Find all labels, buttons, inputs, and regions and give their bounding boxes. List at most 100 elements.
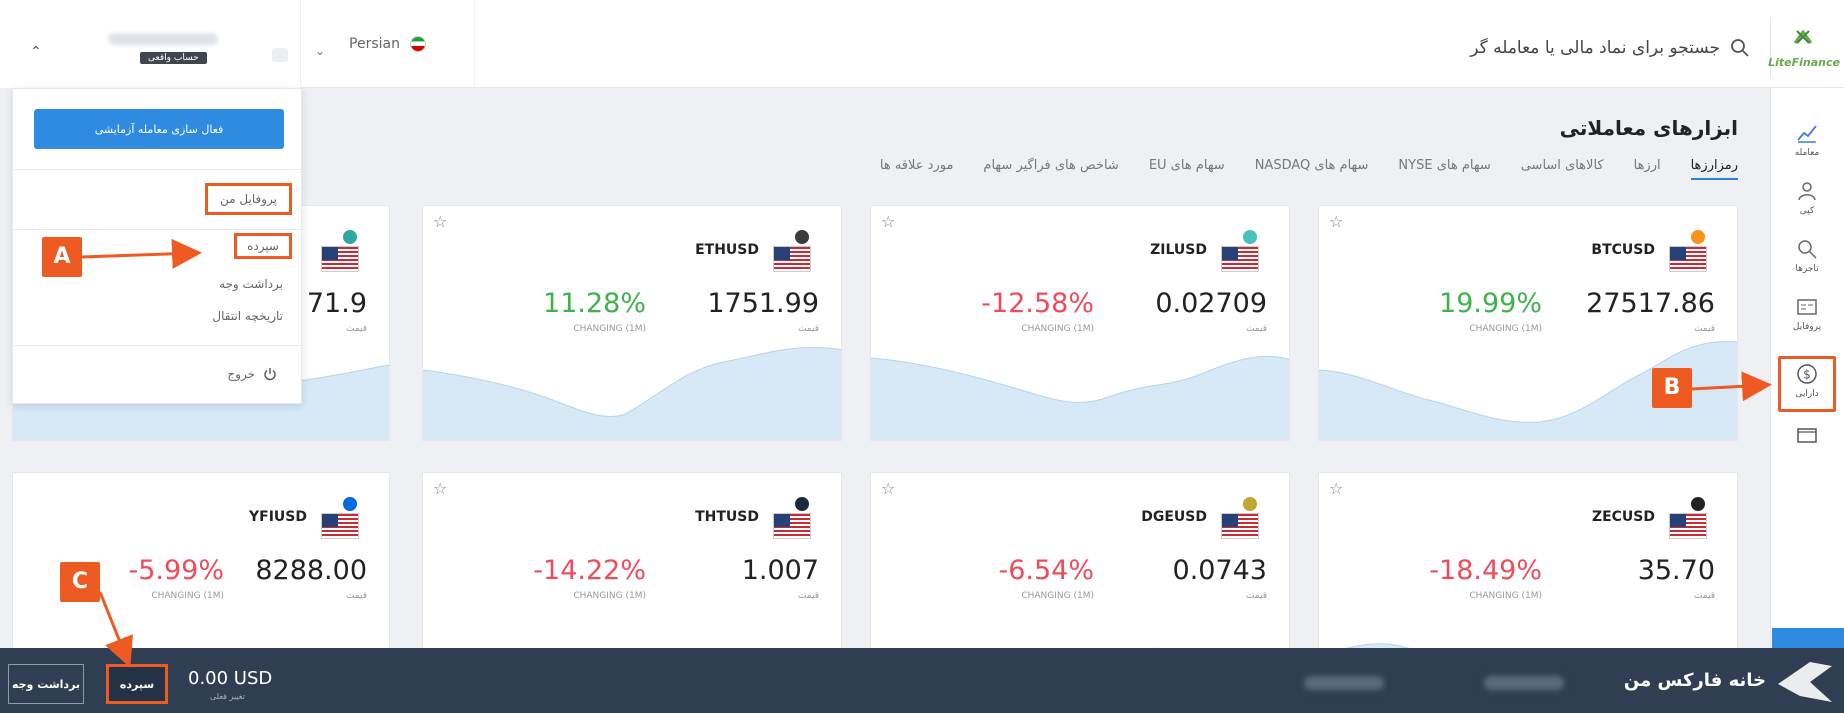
withdraw-button[interactable]: برداشت وجه <box>8 664 84 704</box>
traders-icon <box>1798 240 1817 259</box>
sidebar-item-label: پروفایل <box>1792 322 1822 332</box>
menu-item-logout[interactable]: خروج <box>227 367 277 381</box>
forex-home-title[interactable]: خانه فارکس من <box>1624 670 1766 691</box>
search-bar[interactable]: جستجو برای نماد مالی یا معامله گر <box>1470 38 1750 58</box>
instrument-price: 71.9 <box>306 288 367 319</box>
instrument-price: 0.0743 <box>1172 555 1267 586</box>
favorite-star-icon[interactable]: ☆ <box>1329 212 1343 231</box>
us-flag-icon <box>773 513 811 539</box>
instrument-flag <box>1669 228 1709 280</box>
us-flag-icon <box>1221 246 1259 272</box>
dogecoin-icon <box>1241 495 1259 513</box>
menu-item-transfer-history[interactable]: تاریخچه انتقال <box>212 309 283 323</box>
logo-swoosh-icon <box>1778 662 1832 702</box>
tab-nasdaq-stocks[interactable]: سهام های NASDAQ <box>1255 158 1369 180</box>
instrument-price: 8288.00 <box>255 555 367 586</box>
account-type-badge: حساب واقعی <box>140 52 207 64</box>
favorite-star-icon[interactable]: ☆ <box>881 212 895 231</box>
bitcoin-icon <box>1689 228 1707 246</box>
account-extra-blurred <box>272 48 288 62</box>
sidebar-item-label: تاجرها <box>1795 264 1819 274</box>
tab-eu-stocks[interactable]: سهام های EU <box>1149 158 1225 180</box>
instrument-flag <box>773 495 813 547</box>
sidebar-item-label: دارایی <box>1795 389 1819 399</box>
copy-trader-icon <box>1798 182 1816 201</box>
balance-value: 0.00 USD <box>188 668 273 689</box>
main-sidebar: معامله کپی تاجرها پروفایل $ دارایی <box>1770 88 1844 713</box>
favorite-star-icon[interactable]: ☆ <box>1329 479 1343 498</box>
instrument-change: -18.49% <box>1429 555 1542 586</box>
callout-b: B <box>1652 368 1692 408</box>
instrument-card[interactable]: ☆ ZILUSD 0.02709 قیمت -12.58% CHANGING (… <box>870 205 1290 441</box>
window-icon <box>1797 428 1817 443</box>
menu-item-profile[interactable]: پروفایل من <box>205 183 292 215</box>
litefinance-logo-icon <box>1793 29 1813 44</box>
tab-crypto[interactable]: رمزارزها <box>1690 158 1738 180</box>
sidebar-item-trade[interactable]: معامله <box>1778 122 1836 158</box>
sidebar-item-window[interactable] <box>1778 424 1836 450</box>
instrument-change: -6.54% <box>998 555 1094 586</box>
corner-tab[interactable] <box>1772 628 1844 648</box>
instrument-price: 1.007 <box>741 555 819 586</box>
sidebar-item-assets[interactable]: $ دارایی <box>1778 356 1836 412</box>
us-flag-icon <box>1221 513 1259 539</box>
top-header: ⌃ حساب واقعی Persian ⌄ جستجو برای نماد م… <box>0 0 1844 88</box>
yearn-icon <box>341 495 359 513</box>
instrument-flag <box>1669 495 1709 547</box>
activate-demo-button[interactable]: فعال سازی معامله آزمایشی <box>34 109 284 149</box>
sparkline-chart <box>871 355 1289 440</box>
iran-flag-icon <box>409 36 426 52</box>
balance-label: تغییر فعلی <box>210 692 245 701</box>
instrument-change: -5.99% <box>128 555 224 586</box>
chevron-down-icon[interactable]: ⌄ <box>315 44 325 58</box>
crypto-coin-icon <box>341 228 359 246</box>
sidebar-item-label: کپی <box>1799 206 1815 216</box>
instrument-flag <box>321 495 361 547</box>
us-flag-icon <box>321 513 359 539</box>
menu-item-deposit[interactable]: سپرده <box>234 233 292 259</box>
favorite-star-icon[interactable]: ☆ <box>433 212 447 231</box>
instrument-flag <box>1221 228 1261 280</box>
logout-label: خروج <box>227 367 255 381</box>
ethereum-icon <box>793 228 811 246</box>
tab-commodities[interactable]: کالاهای اساسی <box>1521 158 1604 180</box>
blurred-equity <box>1484 676 1564 690</box>
menu-item-withdraw[interactable]: برداشت وجه <box>219 277 283 291</box>
instrument-change: -12.58% <box>981 288 1094 319</box>
sidebar-item-profile[interactable]: پروفایل <box>1778 296 1836 332</box>
brand-logo[interactable]: LiteFinance <box>1768 18 1844 78</box>
power-icon <box>264 368 276 381</box>
sparkline-chart <box>423 347 841 440</box>
tab-currencies[interactable]: ارزها <box>1634 158 1661 180</box>
sidebar-item-traders[interactable]: تاجرها <box>1778 238 1836 274</box>
callout-c: C <box>60 562 100 602</box>
account-switcher[interactable]: ⌃ حساب واقعی <box>0 0 300 88</box>
tab-favorites[interactable]: مورد علاقه ها <box>880 158 954 180</box>
instrument-card[interactable]: ☆ ETHUSD 1751.99 قیمت 11.28% CHANGING (1… <box>422 205 842 441</box>
tab-nyse-stocks[interactable]: سهام های NYSE <box>1398 158 1490 180</box>
zcash-icon <box>1689 495 1707 513</box>
favorite-star-icon[interactable]: ☆ <box>881 479 895 498</box>
chevron-up-icon[interactable]: ⌃ <box>30 44 42 60</box>
search-placeholder: جستجو برای نماد مالی یا معامله گر <box>1470 38 1720 58</box>
instrument-change: -14.22% <box>533 555 646 586</box>
callout-a: A <box>42 237 82 277</box>
chart-icon <box>1797 125 1817 143</box>
instrument-symbol: ZECUSD <box>1591 509 1655 525</box>
instrument-price: 1751.99 <box>707 288 819 319</box>
instrument-flag <box>1221 495 1261 547</box>
instrument-price: 27517.86 <box>1586 288 1715 319</box>
instrument-change: 11.28% <box>543 288 646 319</box>
language-selector[interactable]: Persian <box>300 0 475 88</box>
blurred-margin <box>1304 676 1384 690</box>
tab-indices[interactable]: شاخص های فراگیر سهام <box>983 158 1118 180</box>
language-label: Persian <box>349 36 400 52</box>
sidebar-item-copy[interactable]: کپی <box>1778 180 1836 216</box>
deposit-button[interactable]: سپرده <box>106 664 168 704</box>
svg-text:$: $ <box>1803 368 1811 382</box>
menu-divider <box>13 229 303 230</box>
menu-divider <box>13 345 303 346</box>
instrument-price: 35.70 <box>1637 555 1715 586</box>
instrument-price: 0.02709 <box>1155 288 1267 319</box>
favorite-star-icon[interactable]: ☆ <box>433 479 447 498</box>
